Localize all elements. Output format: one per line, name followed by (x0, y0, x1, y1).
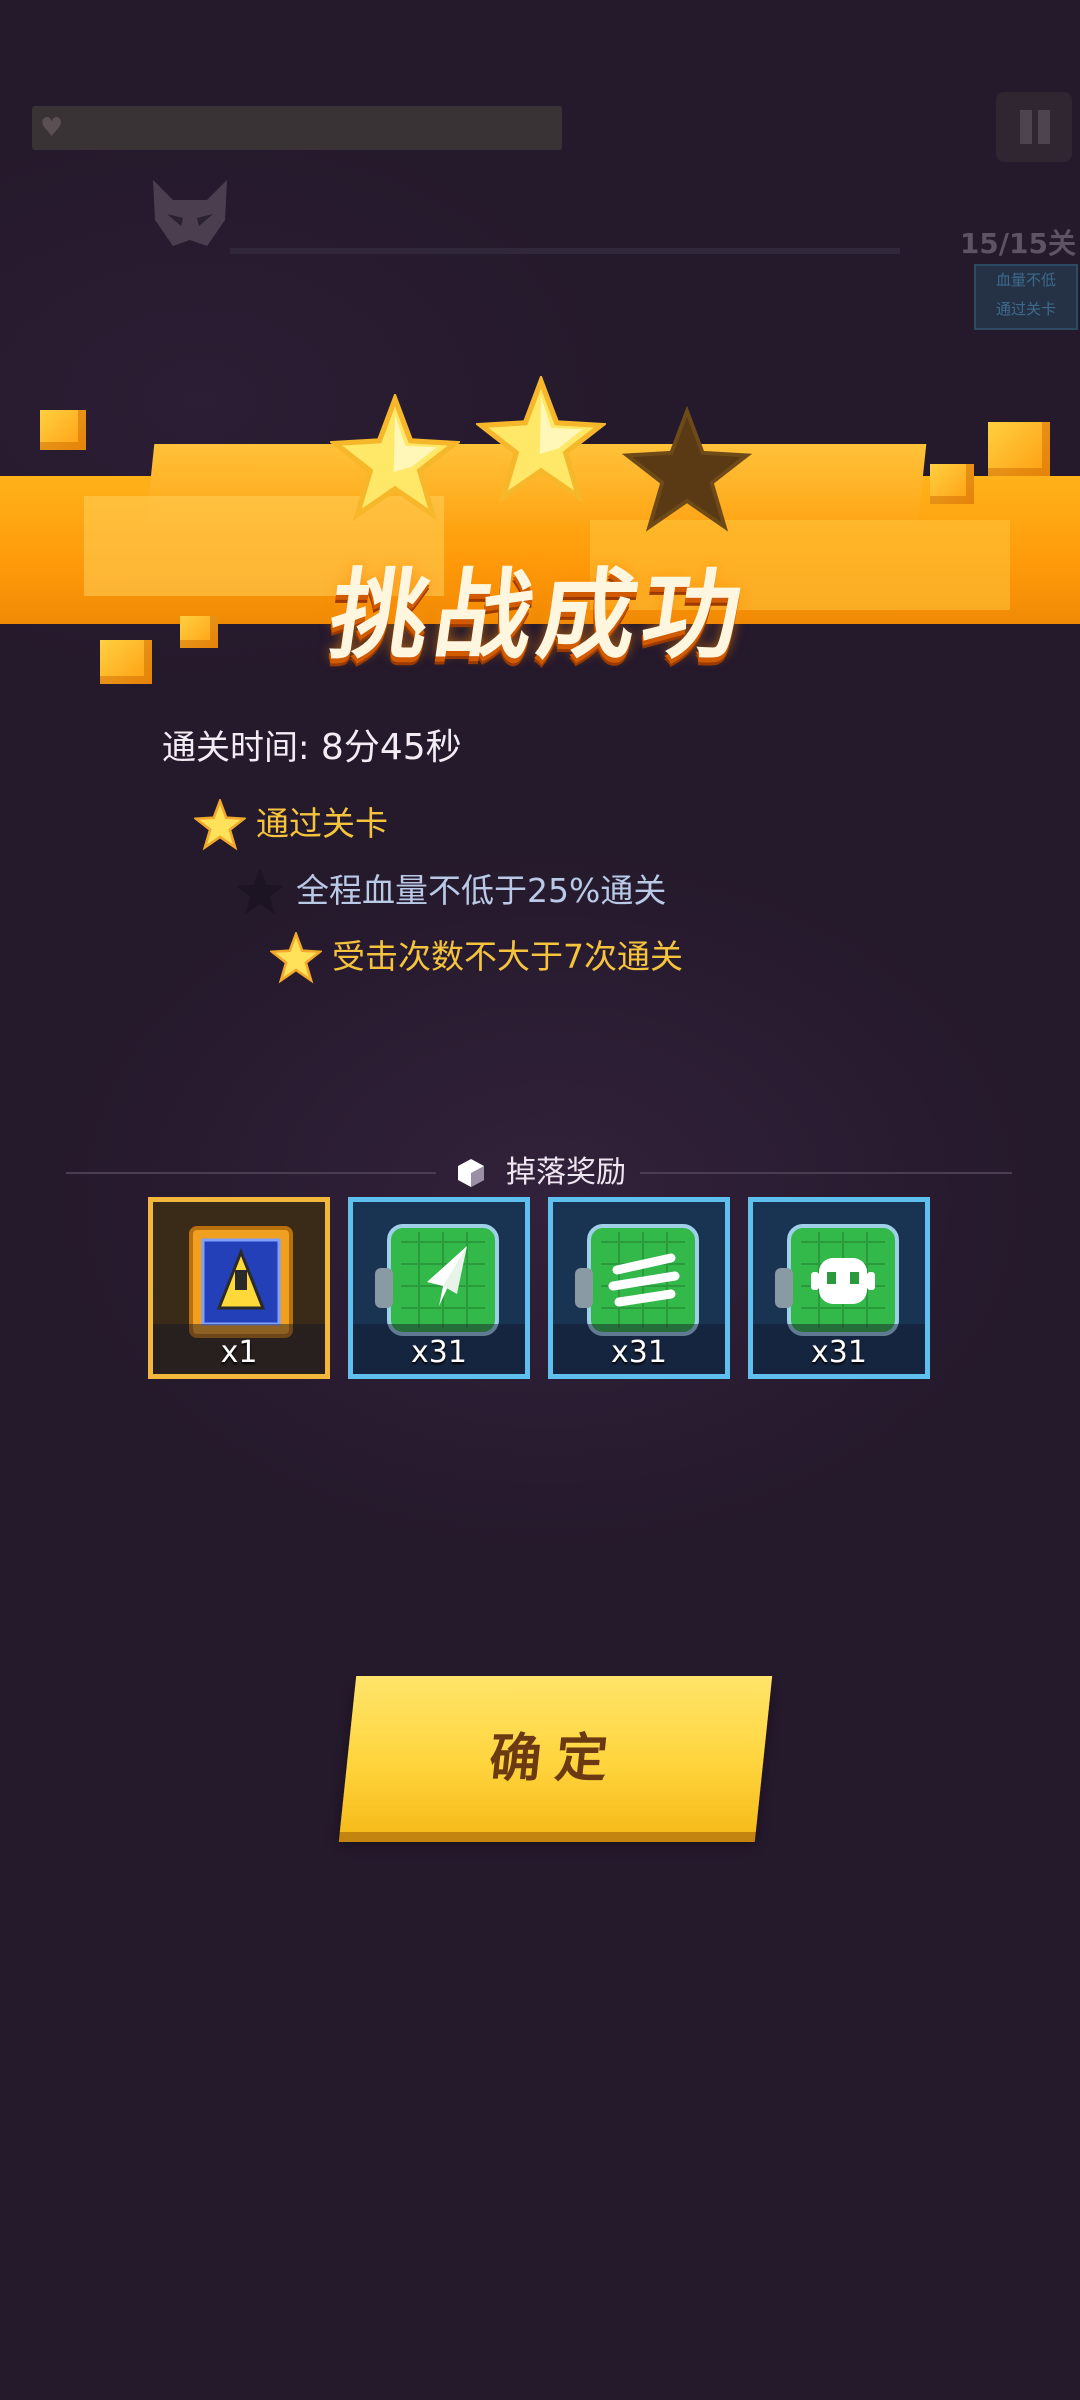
confirm-button[interactable]: 确定 (339, 1676, 773, 1832)
clear-time-value: 8分45秒 (320, 727, 462, 768)
condition-text: 通过关卡 (256, 804, 388, 843)
decor-cube (40, 410, 86, 450)
star-achieved-icon (270, 932, 322, 984)
star-3-empty-icon (622, 406, 752, 532)
reward-count: x1 (220, 1335, 258, 1370)
condition-text: 受击次数不大于7次通关 (332, 937, 683, 976)
clear-time-label: 通关时间: (162, 728, 310, 768)
health-bar (32, 106, 562, 150)
pause-button[interactable] (996, 92, 1072, 162)
objective-tag-text: 血量不低 通过关卡 (995, 271, 1056, 318)
result-title: 挑战成功 (322, 559, 755, 673)
star-not-achieved-icon (236, 868, 284, 915)
reward-count: x31 (611, 1335, 667, 1370)
divider-right (640, 1172, 1012, 1174)
decor-cube (988, 422, 1050, 476)
reward-item-3[interactable]: x31 (548, 1197, 730, 1379)
pause-icon (1020, 110, 1032, 144)
confirm-button-label: 确定 (486, 1729, 625, 1789)
cube-icon (458, 1159, 484, 1187)
reward-item-4[interactable]: x31 (748, 1197, 930, 1379)
star-achieved-icon (194, 799, 246, 851)
star-1-icon (330, 394, 460, 522)
reward-item-1[interactable]: x1 (148, 1197, 330, 1379)
divider-left (66, 1172, 436, 1174)
clear-time: 通关时间: 8分45秒 (162, 718, 462, 770)
condition-text: 全程血量不低于25%通关 (296, 871, 667, 910)
reward-count: x31 (811, 1335, 867, 1370)
reward-item-2[interactable]: x31 (348, 1197, 530, 1379)
heart-icon: ♥ (40, 113, 64, 143)
boss-mask-icon (153, 180, 227, 246)
drop-rewards-title: 掉落奖励 (506, 1155, 626, 1190)
objective-tag: 血量不低 通过关卡 (974, 264, 1078, 330)
stage-progress-text: 15/15关 (959, 227, 1076, 260)
star-2-icon (476, 376, 606, 504)
stage-progress-track (230, 248, 900, 254)
decor-cube (930, 464, 974, 504)
reward-count: x31 (411, 1335, 467, 1370)
